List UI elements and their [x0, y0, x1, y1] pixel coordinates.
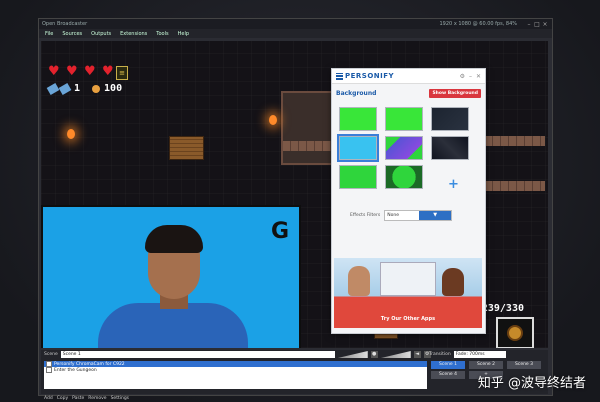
person-shirt: [98, 303, 248, 348]
scene-1-button[interactable]: Scene 1: [431, 361, 465, 369]
ad-screenshot: [380, 262, 436, 296]
ad-cta-text: Try Our Other Apps: [380, 316, 436, 322]
key-icon: [58, 82, 72, 95]
source-buttons: Add Copy Paste Remove Settings: [44, 396, 129, 401]
inventory-row: 1 100: [46, 82, 123, 95]
coin-count: 100: [104, 83, 123, 94]
menu-bar: File Sources Outputs Extensions Tools He…: [39, 29, 552, 38]
chevron-down-icon: ▼: [419, 211, 452, 220]
heart-icon: ♥: [102, 64, 114, 79]
transition-select[interactable]: Fade: 700ms: [453, 351, 506, 358]
ammo-counter: 239/330: [481, 303, 524, 314]
effects-filters-row: Effects Filters None ▼: [350, 210, 453, 221]
menu-help[interactable]: Help: [178, 31, 189, 37]
personify-brand: PERSONIFY: [345, 72, 395, 80]
apps-ad-banner[interactable]: Try Our Other Apps: [334, 258, 482, 328]
ad-person-photo: [442, 268, 464, 296]
scene-4-button[interactable]: Scene 4: [431, 371, 465, 379]
menu-sources[interactable]: Sources: [62, 31, 82, 37]
blank-icon: ≡: [116, 66, 128, 80]
microphone-icon[interactable]: ●: [370, 351, 378, 358]
obs-window: Open Broadcaster 1920 x 1080 @ 60.00 fps…: [38, 18, 553, 401]
menu-outputs[interactable]: Outputs: [91, 31, 111, 37]
minimize-icon[interactable]: –: [525, 21, 533, 28]
effects-filters-select[interactable]: None ▼: [384, 210, 453, 221]
source-item[interactable]: Enter the Gungeon: [44, 367, 427, 373]
heart-icon: ♥: [66, 64, 78, 79]
weapon-icon: [507, 325, 523, 341]
key-icon: [46, 82, 60, 95]
background-title: Background: [336, 90, 377, 97]
menu-extensions[interactable]: Extensions: [120, 31, 147, 37]
stream-stats: 1920 x 1080 @ 60.00 fps, 84%: [439, 21, 518, 27]
minimize-icon[interactable]: –: [469, 73, 472, 80]
crate: [169, 136, 204, 160]
close-icon[interactable]: ✕: [476, 73, 481, 80]
health-hearts: ♥ ♥ ♥ ♥: [48, 64, 117, 79]
scene-label: Scene: [44, 352, 58, 357]
paste-button[interactable]: Paste: [72, 396, 84, 401]
transition-label: Transition: [429, 352, 451, 357]
personify-logo: PERSONIFY: [336, 72, 456, 80]
scene-name-field[interactable]: Scene 1: [60, 351, 335, 358]
gear-icon[interactable]: ⚙: [460, 73, 465, 80]
effects-filters-value: None: [387, 213, 399, 218]
sources-list: Personify ChromaCam for C922 Enter the G…: [44, 361, 427, 389]
background-thumb[interactable]: [385, 165, 423, 189]
background-thumb[interactable]: [339, 165, 377, 189]
brick-wall: [485, 136, 545, 146]
personify-mark-icon: [336, 72, 343, 80]
personify-header: PERSONIFY ⚙ – ✕: [332, 69, 485, 84]
volume-slider[interactable]: [337, 351, 368, 358]
close-icon[interactable]: ×: [541, 21, 549, 28]
stream-preview: ♥ ♥ ♥ ♥ ≡ 1 100 239/330 G PERSONIFY ⚙ –: [41, 41, 548, 348]
transition-row: Transition Fade: 700ms: [429, 350, 506, 359]
background-thumb[interactable]: [385, 107, 423, 131]
heart-icon: ♥: [48, 64, 60, 79]
show-background-button[interactable]: Show Background: [429, 89, 481, 98]
torch-icon: [269, 115, 277, 125]
scene-3-button[interactable]: Scene 3: [507, 361, 541, 369]
torch-icon: [67, 129, 75, 139]
source-checkbox[interactable]: [46, 367, 52, 373]
copy-button[interactable]: Copy: [57, 396, 68, 401]
logitech-logo: G: [270, 219, 289, 244]
webcam-feed[interactable]: G: [41, 205, 301, 348]
maximize-icon[interactable]: □: [533, 21, 541, 28]
remove-button[interactable]: Remove: [88, 396, 106, 401]
coin-icon: [92, 84, 101, 93]
watermark: 知乎 @波导终结者: [477, 376, 586, 391]
ad-person-photo: [348, 266, 370, 296]
background-thumb[interactable]: [339, 107, 377, 131]
heart-icon: ♥: [84, 64, 96, 79]
speaker-icon[interactable]: ◄: [413, 351, 421, 358]
source-label: Enter the Gungeon: [54, 367, 97, 373]
source-label: Personify ChromaCam for C922: [54, 361, 125, 367]
effects-filters-label: Effects Filters: [350, 213, 381, 218]
add-button[interactable]: Add: [44, 396, 53, 401]
scene-2-button[interactable]: Scene 2: [469, 361, 503, 369]
background-thumb[interactable]: [431, 136, 469, 160]
window-title: Open Broadcaster: [42, 21, 88, 27]
weapon-slot: [496, 317, 534, 348]
personify-panel: PERSONIFY ⚙ – ✕ Background Show Backgrou…: [331, 68, 486, 334]
person-hair: [145, 225, 203, 253]
menu-tools[interactable]: Tools: [156, 31, 168, 37]
background-row: Background Show Background: [332, 84, 485, 98]
background-thumb[interactable]: [431, 107, 469, 131]
menu-file[interactable]: File: [45, 31, 53, 37]
background-thumb[interactable]: [385, 136, 423, 160]
brick-wall: [485, 181, 545, 191]
obs-controls: Scene Scene 1 ● ◄ ⚙ Transition Fade: 700…: [41, 350, 548, 401]
add-background-icon[interactable]: +: [448, 177, 459, 192]
title-bar: Open Broadcaster 1920 x 1080 @ 60.00 fps…: [39, 19, 552, 29]
key-count: 1: [74, 83, 81, 94]
settings-button[interactable]: Settings: [111, 396, 129, 401]
volume-slider[interactable]: [380, 351, 411, 358]
background-thumb-selected[interactable]: [337, 134, 379, 162]
